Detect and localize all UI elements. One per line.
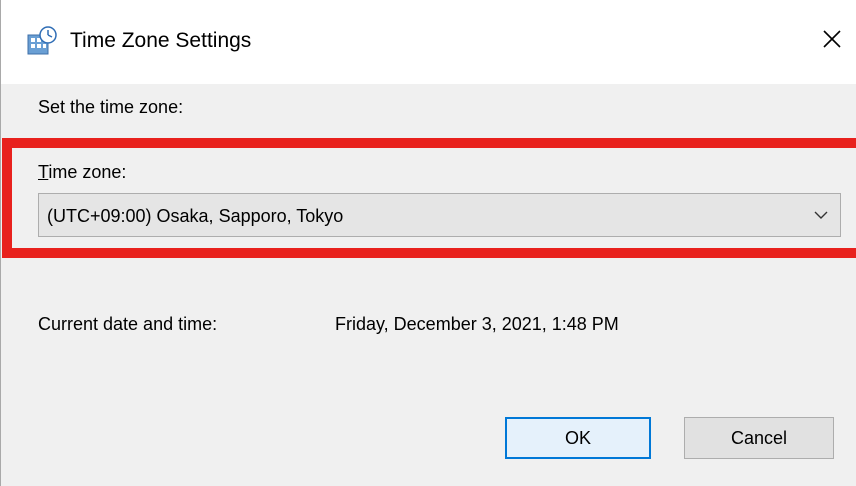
cancel-button[interactable]: Cancel (684, 417, 834, 459)
close-icon (822, 29, 842, 54)
clock-globe-icon (27, 26, 57, 56)
current-date-time-label: Current date and time: (38, 314, 218, 334)
close-button[interactable] (809, 18, 855, 64)
title-bar[interactable]: Time Zone Settings (1, 0, 856, 84)
current-date-time-value: Friday, December 3, 2021, 1:48 PM (335, 314, 619, 334)
ok-button[interactable]: OK (505, 417, 651, 459)
chevron-down-icon[interactable] (813, 208, 829, 222)
time-zone-selected-value: (UTC+09:00) Osaka, Sapporo, Tokyo (47, 206, 344, 226)
window-title: Time Zone Settings (70, 29, 252, 52)
time-zone-label-accelerator: T (38, 162, 49, 182)
time-zone-label-text: ime zone: (48, 162, 127, 182)
set-time-zone-prompt: Set the time zone: (38, 97, 184, 117)
time-zone-label: Time zone: (38, 159, 126, 185)
time-zone-dropdown[interactable]: (UTC+09:00) Osaka, Sapporo, Tokyo (38, 193, 841, 237)
time-zone-settings-dialog: Time Zone Settings Set the time zone: Ti… (0, 0, 856, 486)
dialog-content: Set the time zone: Time zone: (UTC+09:00… (1, 84, 856, 486)
